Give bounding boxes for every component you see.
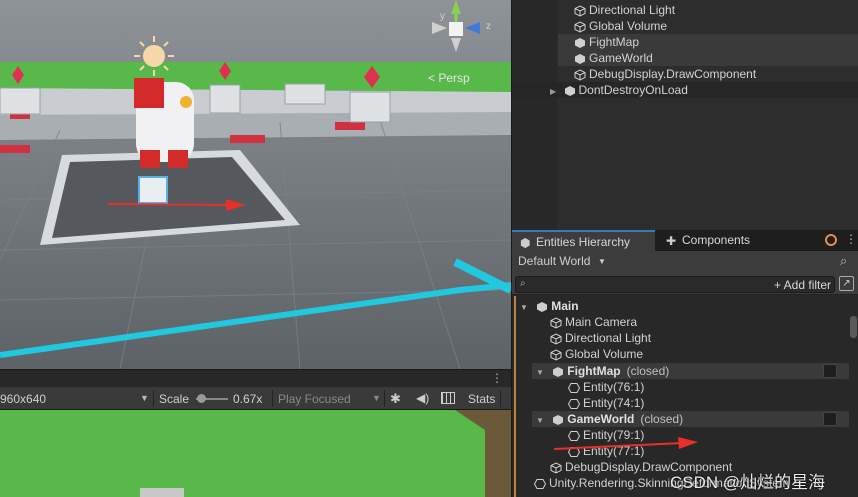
search-field-icon: ⌕ bbox=[520, 278, 526, 289]
character-model bbox=[134, 78, 194, 168]
gameobject-icon bbox=[550, 349, 562, 361]
gameobject-icon bbox=[550, 317, 562, 329]
play-mode-dropdown[interactable]: Play Focused bbox=[278, 392, 351, 406]
play-mode-chevron-icon[interactable]: ▼ bbox=[372, 393, 381, 403]
game-view[interactable] bbox=[0, 410, 511, 497]
tree-item[interactable]: Directional Light bbox=[550, 330, 651, 346]
watermark: CSDN @灿烂的星海 bbox=[670, 473, 826, 492]
grid-icon[interactable] bbox=[441, 392, 455, 404]
scene-icon bbox=[537, 301, 548, 312]
scene-icon bbox=[564, 85, 575, 96]
gizmo-y-label: y bbox=[440, 11, 445, 22]
highlight-bar bbox=[514, 296, 516, 497]
hierarchy-item[interactable]: ▶ DontDestroyOnLoad bbox=[512, 82, 858, 98]
scene-render: y z bbox=[0, 0, 511, 369]
scrollbar-thumb[interactable] bbox=[850, 316, 857, 338]
collapse-arrow-icon[interactable]: ▼ bbox=[520, 303, 528, 312]
entity-icon bbox=[568, 398, 580, 409]
world-chevron-icon[interactable]: ▼ bbox=[598, 257, 606, 266]
tree-item-gameworld[interactable]: ▼ GameWorld (closed) bbox=[532, 411, 849, 427]
tree-item[interactable]: Global Volume bbox=[550, 346, 643, 362]
bug-icon[interactable]: ✱ bbox=[390, 391, 401, 407]
popout-icon[interactable]: ↗ bbox=[839, 276, 854, 291]
gameobject-icon bbox=[574, 69, 586, 81]
add-filter-button[interactable]: + Add filter bbox=[774, 278, 831, 292]
search-icon[interactable]: ⌕ bbox=[840, 253, 847, 269]
tree-item-main[interactable]: ▼ Main bbox=[520, 298, 579, 314]
subscene-icon bbox=[575, 53, 585, 64]
subscene-icon bbox=[553, 366, 564, 377]
tree-item-fightmap[interactable]: ▼ FightMap (closed) bbox=[532, 363, 849, 379]
scale-slider-handle[interactable] bbox=[197, 394, 206, 403]
tree-item-entity[interactable]: Entity(76:1) bbox=[568, 379, 644, 395]
entity-icon bbox=[568, 382, 580, 393]
hierarchy-panel: Directional Light Global Volume FightMap… bbox=[511, 0, 858, 230]
gameobject-icon bbox=[550, 462, 562, 474]
scale-label: Scale bbox=[159, 392, 190, 406]
gameobject-icon bbox=[574, 21, 586, 33]
more-menu-icon[interactable]: ⋮ bbox=[845, 232, 857, 246]
game-toolbar: 960x640 ▼ Scale 0.67x Play Focused ▼ ✱ ◀… bbox=[0, 387, 511, 410]
expand-arrow-icon[interactable]: ▶ bbox=[550, 87, 556, 96]
filter-bar: ⌕ + Add filter ↗ bbox=[512, 273, 858, 295]
entity-gizmo bbox=[138, 176, 168, 204]
hierarchy-item[interactable]: GameWorld bbox=[558, 50, 858, 66]
entities-hierarchy-panel: ⬢ Entities Hierarchy ✚ Components ⋮ Defa… bbox=[511, 230, 858, 497]
gizmo-x-label: z bbox=[486, 21, 491, 32]
tab-components[interactable]: ✚ Components bbox=[658, 230, 788, 251]
world-bar: Default World ▼ ⌕ bbox=[512, 251, 858, 273]
component-icon: ✚ bbox=[666, 234, 677, 248]
annotation-arrow bbox=[553, 437, 698, 450]
collapse-arrow-icon[interactable]: ▼ bbox=[536, 416, 544, 425]
resolution-dropdown[interactable]: 960x640 bbox=[0, 392, 46, 406]
record-icon[interactable] bbox=[825, 234, 837, 246]
chevron-down-icon[interactable]: ▼ bbox=[140, 393, 149, 403]
subscene-toggle-checkbox[interactable] bbox=[823, 412, 837, 426]
subscene-toggle-checkbox[interactable] bbox=[823, 364, 837, 378]
hierarchy-item[interactable]: FightMap bbox=[558, 34, 858, 50]
tab-entities-hierarchy[interactable]: ⬢ Entities Hierarchy bbox=[512, 230, 655, 251]
subscene-icon bbox=[553, 414, 564, 425]
stats-button[interactable]: Stats bbox=[468, 392, 495, 406]
scene-view[interactable]: y z < Persp bbox=[0, 0, 511, 369]
entity-tree: ▼ Main Main Camera Directional Light Glo… bbox=[512, 296, 858, 497]
game-tabbar: ⋮ bbox=[0, 369, 511, 387]
hierarchy-item[interactable]: Directional Light bbox=[574, 2, 675, 18]
panel-tabs: ⬢ Entities Hierarchy ✚ Components ⋮ bbox=[512, 230, 858, 251]
entity-icon bbox=[534, 478, 546, 489]
tree-item-entity[interactable]: Entity(74:1) bbox=[568, 395, 644, 411]
search-input[interactable]: ⌕ + Add filter bbox=[515, 276, 835, 293]
collapse-arrow-icon[interactable]: ▼ bbox=[536, 368, 544, 377]
audio-icon[interactable]: ◀) bbox=[416, 391, 429, 405]
subscene-icon bbox=[575, 37, 585, 48]
scale-value: 0.67x bbox=[233, 392, 263, 406]
tree-item[interactable]: Main Camera bbox=[550, 314, 637, 330]
sun-icon bbox=[134, 36, 174, 76]
more-menu-icon[interactable]: ⋮ bbox=[491, 371, 503, 385]
gameobject-icon bbox=[574, 5, 586, 17]
hierarchy-item[interactable]: DebugDisplay.DrawComponent bbox=[574, 66, 756, 82]
world-selector[interactable]: Default World bbox=[518, 254, 590, 268]
gameobject-icon bbox=[550, 333, 562, 345]
persp-toggle[interactable]: < Persp bbox=[428, 71, 470, 85]
hierarchy-item[interactable]: Global Volume bbox=[574, 18, 667, 34]
